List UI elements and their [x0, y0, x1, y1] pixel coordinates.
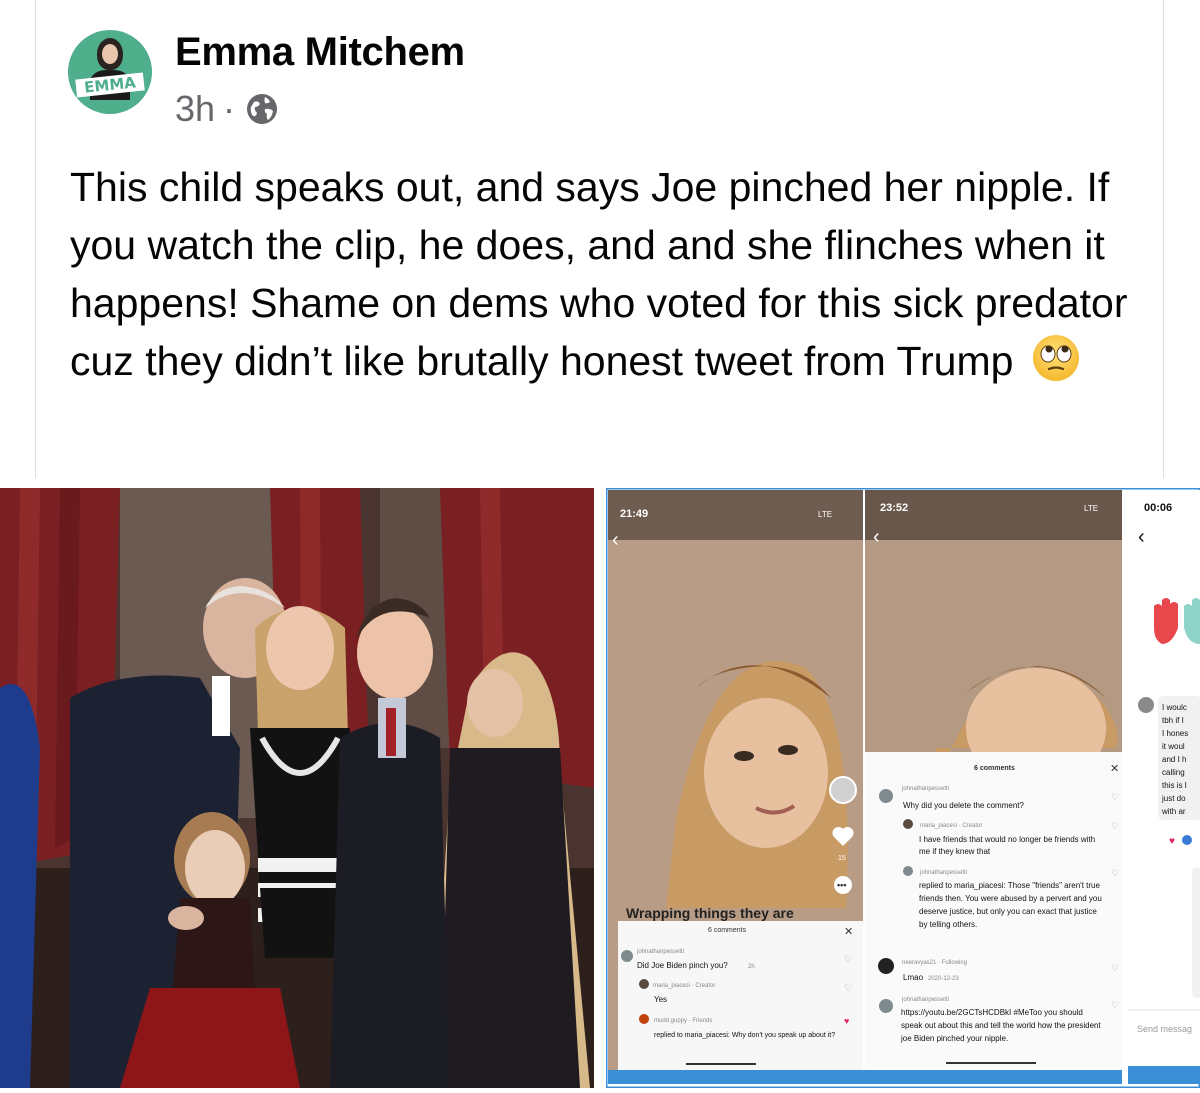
post-meta: 3h · — [175, 88, 279, 130]
screenshots-collage[interactable]: 21:49 LTE ‹ 15 ••• Wrapping things they … — [606, 488, 1200, 1088]
comment-user: neeravyas21 · Following — [902, 960, 967, 966]
avatar-face — [102, 44, 118, 64]
back-icon[interactable]: ‹ — [873, 526, 880, 548]
eye-roll-emoji — [1032, 335, 1079, 381]
svg-text:•••: ••• — [837, 880, 846, 890]
meta-separator: · — [223, 88, 236, 129]
comment-user: johnathanpessetti — [919, 870, 967, 876]
back-icon[interactable]: ‹ — [1138, 526, 1145, 548]
reaction-avatar — [1182, 835, 1192, 845]
comment-text: Did Joe Biden pinch you? — [637, 961, 728, 970]
close-icon[interactable]: ✕ — [1110, 763, 1119, 775]
back-icon[interactable]: ‹ — [612, 529, 619, 551]
message-line: I hones — [1162, 729, 1188, 738]
comment-text: Yes — [654, 995, 667, 1004]
message-line: I woulc — [1162, 703, 1187, 712]
card-border — [35, 0, 36, 478]
screen1-time: 21:49 — [620, 508, 648, 520]
video-caption: Wrapping things they are — [626, 905, 794, 921]
comment-liked-icon[interactable]: ♥ — [844, 1016, 849, 1026]
comments-title: 6 comments — [708, 927, 747, 934]
avatar-label: EMMA — [75, 72, 145, 98]
sender-avatar[interactable] — [1138, 697, 1154, 713]
author-avatar[interactable]: EMMA — [68, 30, 152, 114]
globe-icon[interactable] — [245, 92, 279, 126]
comment-user: johnathanpessetti — [901, 997, 949, 1003]
reaction-heart-icon: ♥ — [1169, 836, 1175, 847]
author-name[interactable]: Emma Mitchem — [175, 30, 465, 75]
ceremony-photo[interactable] — [0, 488, 594, 1088]
card-border — [1163, 0, 1164, 478]
screen3-time: 00:06 — [1144, 502, 1172, 514]
phone-screen-2: 23:52 LTE ‹ 6 comments ✕ johnathanpesset… — [865, 490, 1122, 1084]
comment-like-icon[interactable]: ♡ — [1111, 821, 1119, 831]
post-text: This child speaks out, and says Joe pinc… — [70, 158, 1150, 390]
comments-title: 6 comments — [974, 765, 1015, 772]
comment-user: johnathanpessetti — [901, 786, 949, 792]
comment-like-icon[interactable]: ♡ — [1111, 868, 1119, 878]
screen1-signal: LTE — [818, 510, 832, 519]
message-line: it woul — [1162, 742, 1185, 751]
close-icon[interactable]: ✕ — [844, 926, 853, 938]
post-timestamp[interactable]: 3h — [175, 88, 215, 130]
phone-screen-1: 21:49 LTE ‹ 15 ••• Wrapping things they … — [608, 490, 863, 1084]
comment-like-icon[interactable]: ♡ — [844, 983, 852, 993]
comment-like-icon[interactable]: ♡ — [1111, 1000, 1119, 1010]
screen2-time: 23:52 — [880, 502, 908, 514]
message-line: calling — [1162, 768, 1185, 777]
comment-text: Lmao — [903, 973, 924, 982]
message-line: this is I — [1162, 781, 1187, 790]
post-body: This child speaks out, and says Joe pinc… — [70, 164, 1128, 384]
comment-text: Why did you delete the comment? — [903, 801, 1025, 810]
phone-screen-3: 00:06 ‹ I woulc tbh if I I hones it woul… — [1128, 490, 1200, 1084]
message-line: tbh if I — [1162, 716, 1184, 725]
message-line: just do — [1161, 794, 1186, 803]
message-line: and I h — [1162, 755, 1186, 764]
screen2-signal: LTE — [1084, 504, 1098, 513]
comment-time: 2020-12-23 — [928, 976, 959, 982]
comment-user: maria_piacesi · Creator — [920, 823, 982, 829]
comment-text: I have friends that would no longer be f… — [919, 835, 1096, 856]
comment-time: 2h — [748, 964, 755, 970]
comment-text: replied to maria_piacesi: Why don't you … — [654, 1032, 835, 1039]
creator-avatar[interactable] — [829, 776, 857, 804]
send-message-input[interactable]: Send messag — [1137, 1024, 1192, 1034]
comment-text: https://youtu.be/2GCTsHCDBkI #MeToo you … — [901, 1008, 1101, 1043]
comment-user: mudd.guppy · Friends — [654, 1018, 712, 1024]
comment-like-icon[interactable]: ♡ — [844, 954, 852, 964]
comment-like-icon[interactable]: ♡ — [1111, 792, 1119, 802]
like-count: 15 — [838, 855, 846, 862]
comment-text: replied to maria_piacesi: Those "friends… — [919, 881, 1102, 929]
facebook-post-card: EMMA Emma Mitchem 3h · This child speaks… — [0, 0, 1200, 1093]
comment-like-icon[interactable]: ♡ — [1111, 963, 1119, 973]
comment-user: johnathanpessetti — [636, 949, 684, 955]
message-line: with ar — [1161, 807, 1186, 816]
comment-user: maria_piacesi · Creator — [653, 983, 715, 989]
